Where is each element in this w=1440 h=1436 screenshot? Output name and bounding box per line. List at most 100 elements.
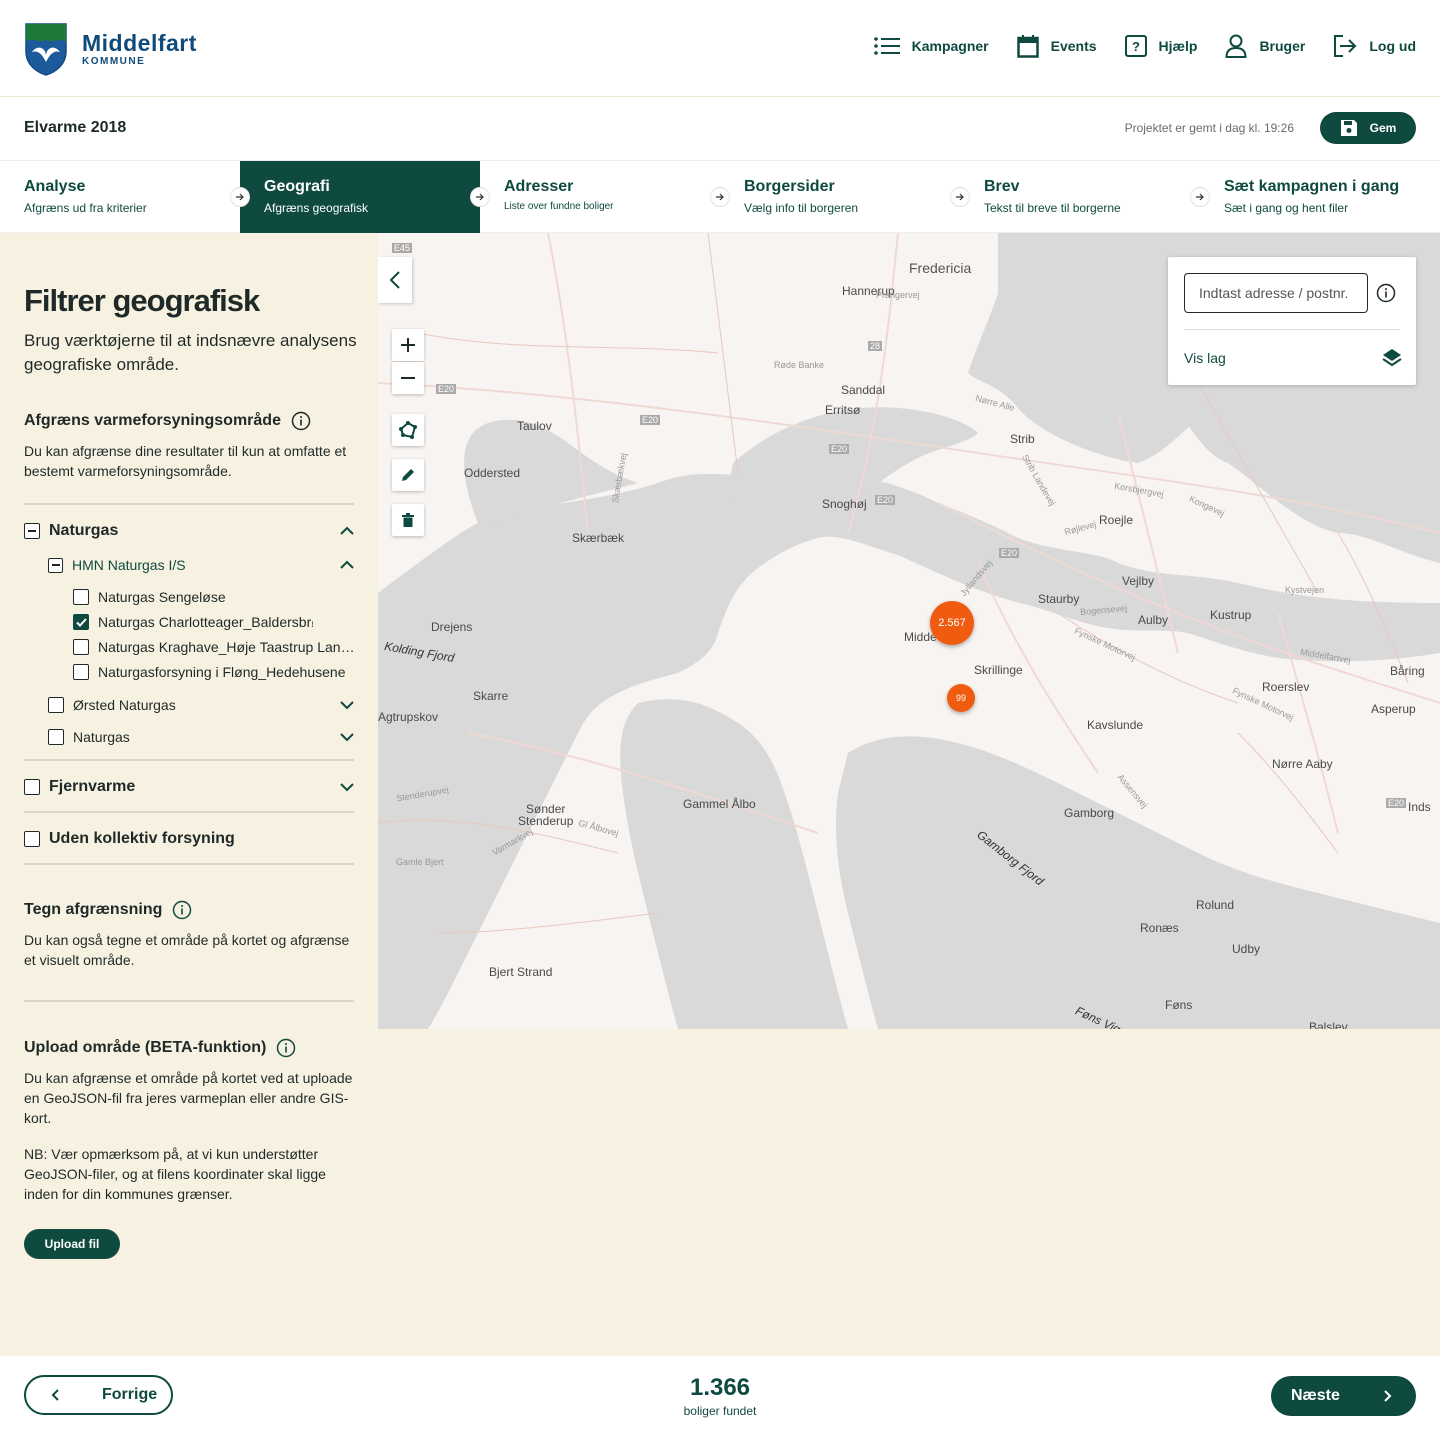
checkbox[interactable] — [24, 831, 40, 847]
arrow-right-icon — [230, 187, 250, 207]
project-bar: Elvarme 2018 Projektet er gemt i dag kl.… — [0, 97, 1440, 161]
polygon-icon — [399, 421, 417, 439]
chevron-up-icon[interactable] — [340, 526, 354, 536]
group-label: Fjernvarme — [49, 778, 136, 795]
collapse-panel-button[interactable] — [378, 257, 412, 303]
nav-hjaelp-label: Hjælp — [1158, 38, 1198, 54]
layers-icon[interactable] — [1382, 348, 1402, 368]
nav-events-label: Events — [1050, 38, 1097, 54]
result-count: 1.366 boliger fundet — [620, 1374, 820, 1418]
layers-toggle-label[interactable]: Vis lag — [1184, 350, 1226, 366]
group-orsted[interactable]: Ørsted Naturgas — [48, 697, 354, 713]
road-shield: E20 — [1386, 798, 1407, 808]
step-sub: Liste over fundne boliger — [504, 201, 614, 212]
step-saet-i-gang[interactable]: Sæt kampagnen i gang Sæt i gang og hent … — [1200, 161, 1440, 233]
map-label: Gamle Bjert — [396, 857, 444, 867]
step-adresser[interactable]: Adresser Liste over fundne boliger — [480, 161, 730, 233]
map-cluster[interactable]: 2.567 — [930, 601, 974, 645]
help-icon: ? — [1124, 35, 1147, 57]
brand-name: Middelfart — [82, 30, 197, 56]
map-label: Roerslev — [1262, 680, 1310, 694]
option-row[interactable]: Naturgasforsyning i Fløng_Hedehusene — [73, 664, 355, 680]
nav-bruger[interactable]: Bruger — [1225, 34, 1305, 58]
coat-of-arms-icon — [25, 23, 67, 76]
map-label: Ronæs — [1140, 921, 1179, 935]
section-text: Du kan afgrænse et område på kortet ved … — [24, 1070, 353, 1126]
info-icon[interactable] — [1376, 283, 1396, 303]
previous-button[interactable]: Forrige — [24, 1375, 173, 1415]
nav-kampagner[interactable]: Kampagner — [873, 36, 989, 56]
divider — [24, 503, 354, 505]
step-brev[interactable]: Brev Tekst til breve til borgerne — [960, 161, 1210, 233]
step-sub: Vælg info til borgeren — [744, 201, 859, 215]
divider — [24, 863, 354, 865]
map-label: Asperup — [1371, 702, 1416, 716]
nav-hjaelp[interactable]: ? Hjælp — [1124, 35, 1198, 57]
checkbox-partial[interactable] — [48, 557, 63, 573]
checkbox[interactable] — [73, 639, 89, 655]
group-hmn[interactable]: HMN Naturgas I/S — [48, 557, 354, 573]
map-label: Erritsø — [825, 403, 861, 417]
edit-shape-button[interactable] — [392, 459, 424, 491]
checkbox-partial[interactable] — [24, 523, 40, 539]
save-button-label: Gem — [1369, 121, 1397, 135]
checkbox[interactable] — [48, 729, 64, 745]
map-label: Snoghøj — [822, 497, 867, 511]
map-label: Sønder Stenderup — [518, 802, 574, 828]
map-label: Nørre Aaby — [1272, 757, 1333, 771]
option-row[interactable]: Naturgas Charlotteager_Baldersbrønde — [73, 614, 313, 630]
chevron-down-icon[interactable] — [340, 700, 354, 710]
group-naturgas-2[interactable]: Naturgas — [48, 729, 354, 745]
arrow-right-icon — [950, 187, 970, 207]
arrow-right-icon — [470, 187, 490, 207]
checkbox[interactable] — [48, 697, 64, 713]
page-title: Filtrer geografisk — [24, 283, 260, 318]
checkbox[interactable] — [73, 664, 89, 680]
next-button[interactable]: Næste — [1271, 1376, 1416, 1416]
group-uden-kollektiv[interactable]: Uden kollektiv forsyning — [24, 830, 354, 848]
bottom-bar: Forrige 1.366 boliger fundet Næste — [0, 1356, 1440, 1436]
address-search-input[interactable] — [1184, 273, 1368, 313]
filter-panel: Filtrer geografisk Brug værktøjerne til … — [0, 233, 378, 1356]
result-count-label: boliger fundet — [683, 1404, 757, 1418]
info-icon[interactable] — [172, 900, 192, 920]
info-icon[interactable] — [276, 1038, 296, 1058]
map[interactable]: Fredericia Hannerup Prangervej Røde Bank… — [378, 233, 1440, 1029]
group-fjernvarme[interactable]: Fjernvarme — [24, 778, 354, 796]
chevron-down-icon[interactable] — [340, 732, 354, 742]
divider — [1184, 329, 1400, 330]
zoom-out-button[interactable] — [392, 362, 424, 394]
chevron-left-icon — [389, 271, 400, 289]
option-label: Naturgas Charlotteager_Baldersbrønde — [98, 614, 313, 630]
nav-logud[interactable]: Log ud — [1333, 34, 1416, 58]
checkbox[interactable] — [24, 779, 40, 795]
upload-button[interactable]: Upload fil — [24, 1229, 120, 1259]
list-icon — [873, 37, 900, 55]
chevron-down-icon[interactable] — [340, 782, 354, 792]
option-row[interactable]: Naturgas Kraghave_Høje Taastrup Landsby — [73, 639, 355, 655]
chevron-up-icon[interactable] — [340, 560, 354, 570]
info-icon[interactable] — [291, 411, 311, 431]
logo[interactable]: Middelfart KOMMUNE — [24, 22, 197, 76]
map-label: Rolund — [1196, 898, 1235, 912]
delete-shape-button[interactable] — [392, 504, 424, 536]
save-button[interactable]: Gem — [1320, 112, 1416, 144]
step-geografi[interactable]: Geografi Afgræns geografisk — [240, 161, 490, 233]
draw-polygon-button[interactable] — [392, 414, 424, 446]
zoom-in-button[interactable] — [392, 329, 424, 361]
map-label: Taulov — [517, 419, 552, 433]
checkbox[interactable] — [73, 589, 89, 605]
group-naturgas[interactable]: Naturgas — [24, 522, 354, 540]
checkbox-checked[interactable] — [73, 614, 89, 630]
road-shield: E20 — [436, 384, 457, 394]
option-row[interactable]: Naturgas Sengeløse — [73, 589, 353, 605]
map-label: Kavslunde — [1087, 718, 1144, 732]
user-icon — [1225, 34, 1247, 58]
map-cluster[interactable]: 99 — [947, 684, 975, 712]
section-heading: Tegn afgrænsning — [24, 900, 192, 920]
road-shield: E45 — [392, 243, 413, 253]
nav-events[interactable]: Events — [1016, 34, 1097, 58]
previous-button-label: Forrige — [102, 1386, 158, 1403]
step-borgersider[interactable]: Borgersider Vælg info til borgeren — [720, 161, 970, 233]
step-analyse[interactable]: Analyse Afgræns ud fra kriterier — [0, 161, 250, 233]
